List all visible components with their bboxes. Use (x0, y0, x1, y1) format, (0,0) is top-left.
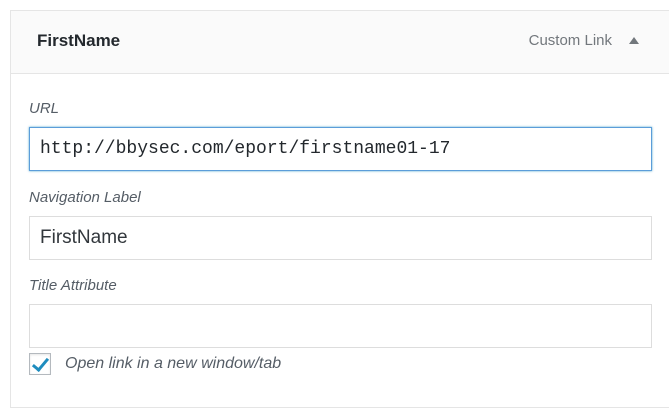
open-new-window-label[interactable]: Open link in a new window/tab (65, 355, 281, 373)
url-label: URL (29, 100, 60, 117)
navigation-label-label: Navigation Label (29, 189, 141, 206)
title-attribute-label: Title Attribute (29, 277, 117, 294)
checkmark-icon (31, 353, 50, 373)
url-input[interactable] (29, 127, 652, 171)
item-type-label: Custom Link (528, 32, 612, 49)
menu-item-header[interactable]: FirstName Custom Link (11, 11, 669, 74)
open-new-window-option[interactable]: Open link in a new window/tab (29, 353, 281, 375)
menu-item-controls[interactable]: Custom Link (529, 32, 639, 49)
arrow-up-icon[interactable] (629, 37, 639, 44)
open-new-window-checkbox[interactable] (29, 353, 51, 375)
menu-item-title: FirstName (37, 31, 121, 50)
navigation-label-input[interactable] (29, 216, 652, 260)
menu-item-panel: FirstName Custom Link URL Navigation Lab… (10, 10, 669, 408)
title-attribute-input[interactable] (29, 304, 652, 348)
